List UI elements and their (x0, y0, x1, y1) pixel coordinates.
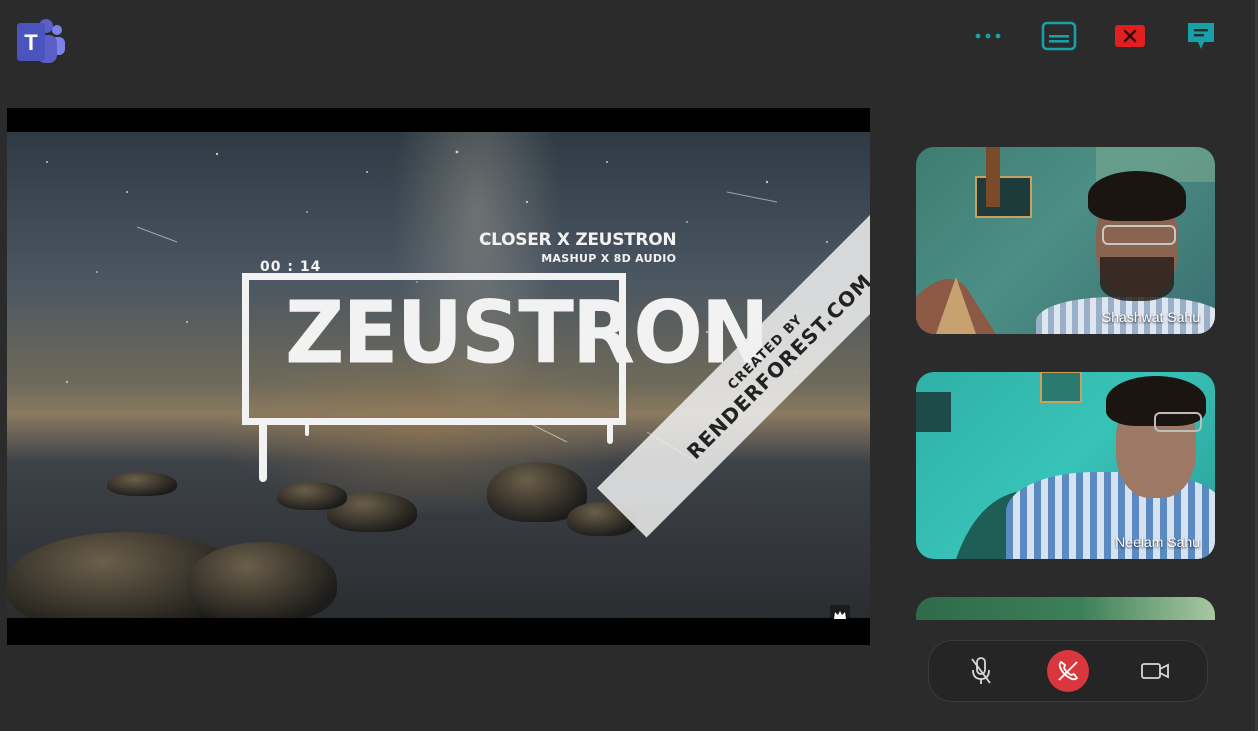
rock (277, 482, 347, 510)
teams-logo: T (15, 17, 67, 65)
top-action-bar (952, 18, 1236, 54)
brand-word: ZEUSTRON (285, 283, 770, 384)
chat-icon (1187, 23, 1214, 49)
microphone-off-icon (971, 657, 991, 684)
more-options-icon (975, 33, 1000, 39)
close-button[interactable] (1094, 18, 1165, 54)
paint-drip (259, 418, 267, 482)
more-options-button[interactable] (952, 18, 1023, 54)
camera-button[interactable] (1133, 649, 1177, 693)
participant-name: Neelam Sahu (1115, 534, 1200, 550)
song-title-line1: CLOSER X ZEUSTRON (479, 230, 677, 250)
mute-button[interactable] (959, 649, 1003, 693)
rock (187, 542, 337, 618)
paint-drip (305, 418, 309, 436)
participant-tile[interactable]: Shashwat Sahu (916, 147, 1215, 334)
microsoft-teams-logo-icon: T (17, 19, 65, 63)
crown-icon (830, 605, 850, 625)
rock (107, 472, 177, 496)
call-controls (928, 640, 1208, 702)
song-title-line2: MASHUP X 8D AUDIO (541, 252, 677, 265)
song-title: CLOSER X ZEUSTRON MASHUP X 8D AUDIO (479, 230, 677, 265)
participant-tile[interactable]: Neelam Sahu (916, 372, 1215, 559)
svg-text:T: T (24, 30, 38, 55)
shared-video-stage[interactable]: 00 : 14 CLOSER X ZEUSTRON MASHUP X 8D AU… (7, 108, 870, 645)
hang-up-button[interactable] (1047, 650, 1089, 692)
paint-drip (607, 418, 613, 444)
captions-button[interactable] (1023, 18, 1094, 54)
hang-up-icon (1058, 660, 1079, 681)
close-icon (1114, 25, 1145, 47)
participant-name: Shashwat Sahu (1101, 309, 1200, 325)
captions-icon (1041, 21, 1076, 51)
camera-icon (1141, 663, 1169, 679)
chat-button[interactable] (1165, 18, 1236, 54)
participant-tile[interactable] (916, 597, 1215, 620)
